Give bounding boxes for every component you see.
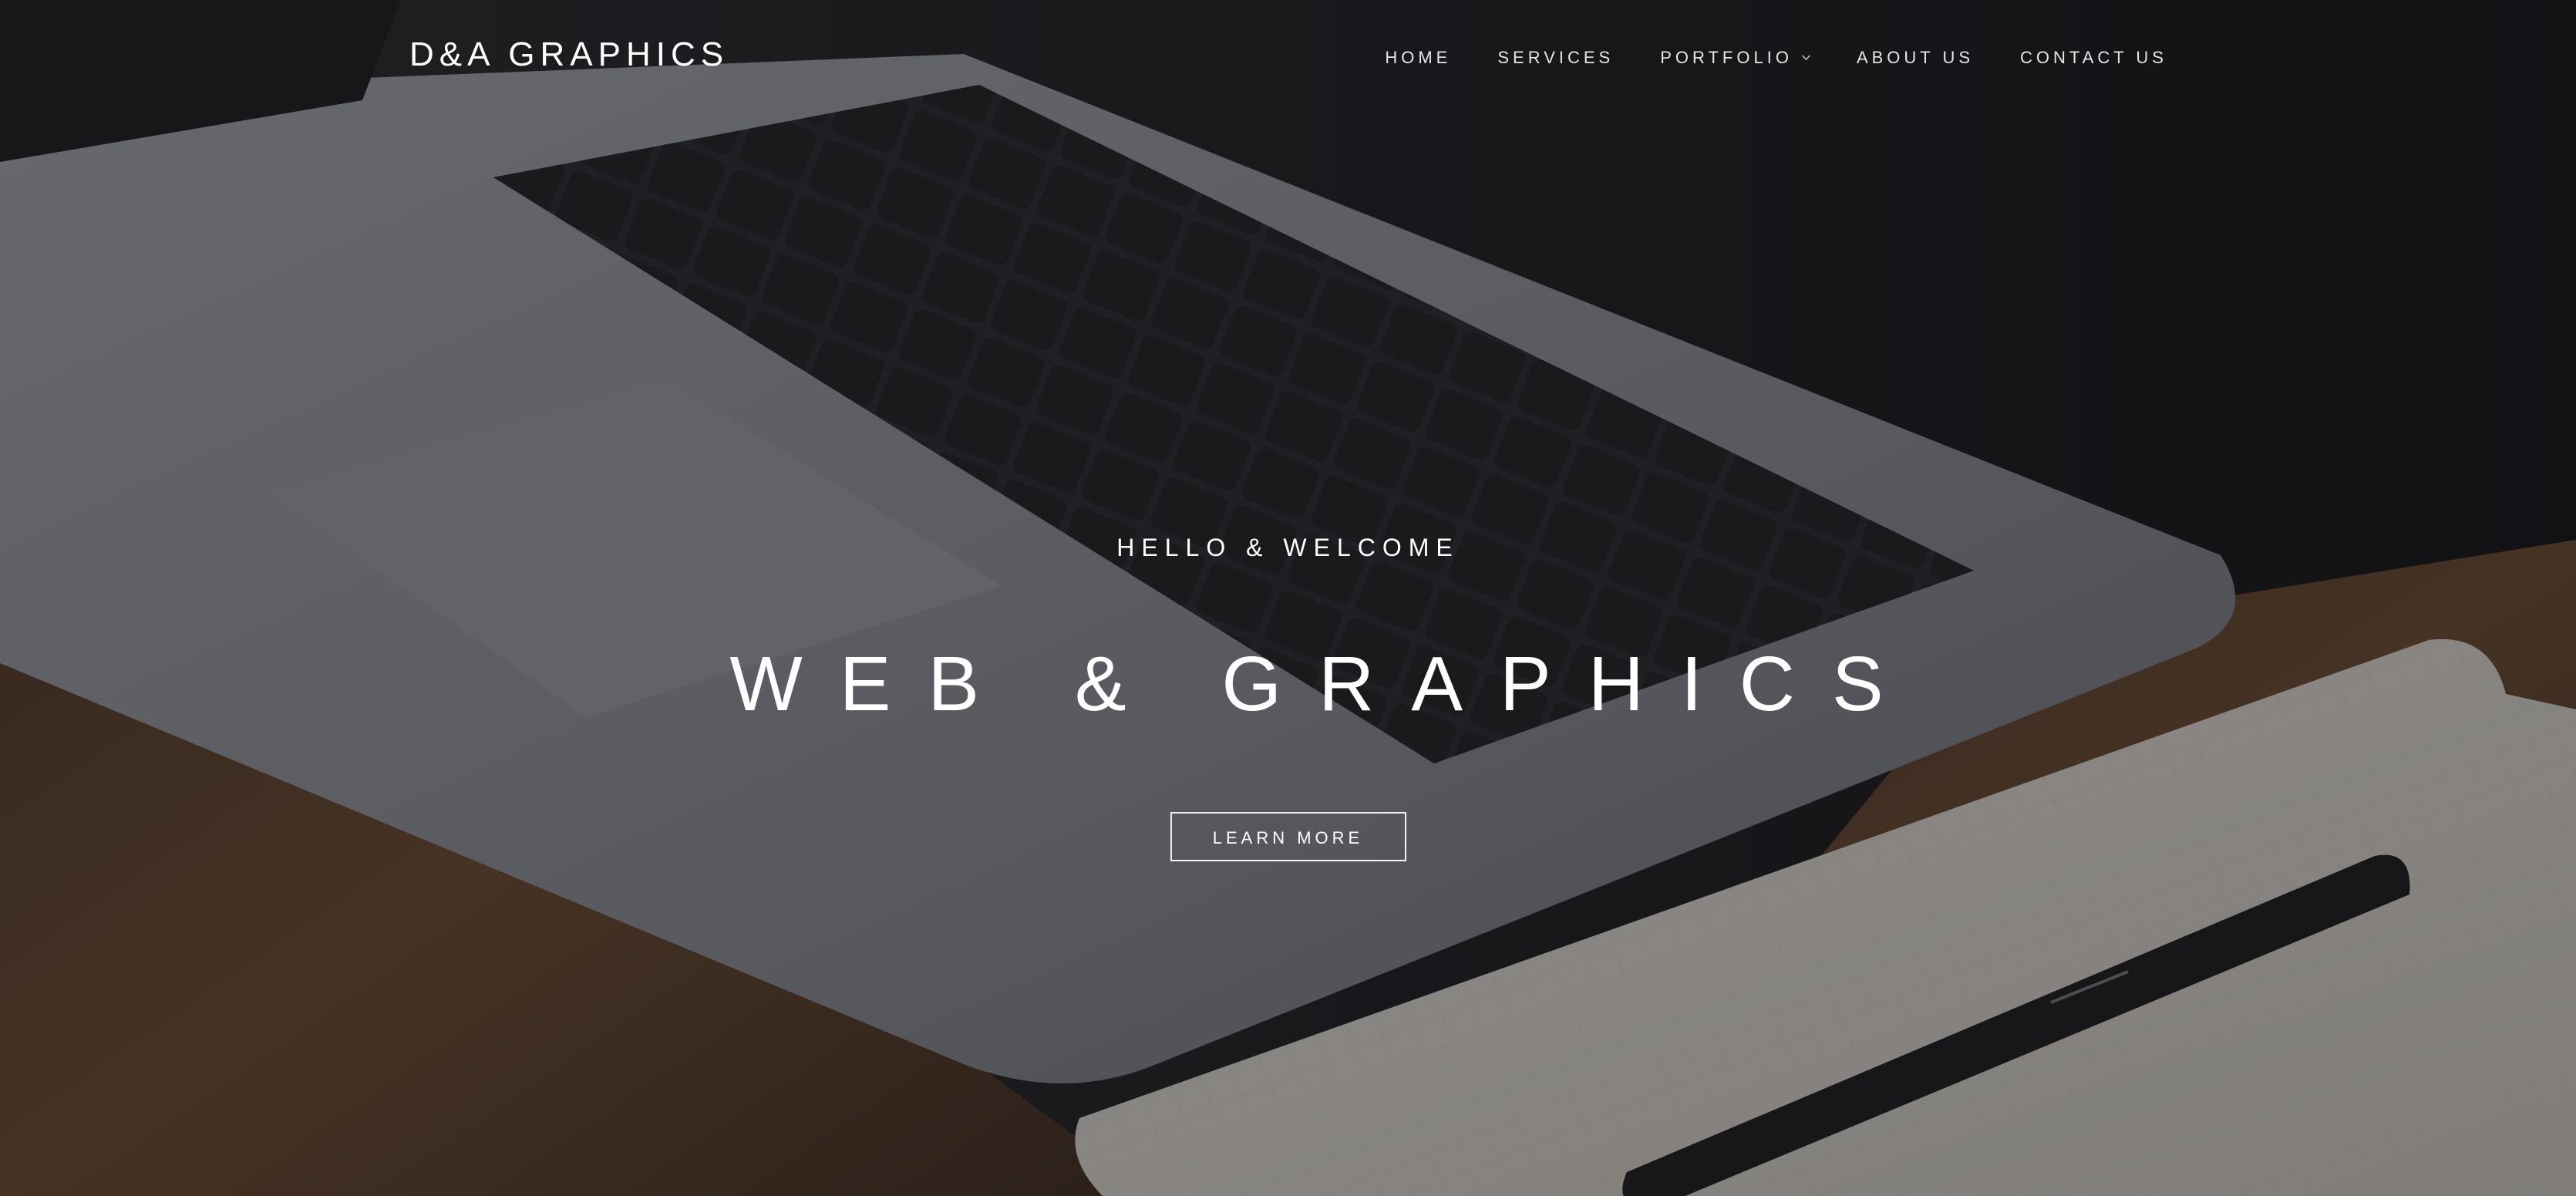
nav-item-portfolio[interactable]: PORTFOLIO <box>1660 48 1810 68</box>
hero-title: WEB & GRAPHICS <box>729 641 1921 727</box>
nav-item-about-us[interactable]: ABOUT US <box>1857 48 1974 68</box>
site-logo[interactable]: D&A GRAPHICS <box>409 35 729 74</box>
hero-overlay <box>0 0 2576 1196</box>
learn-more-button[interactable]: LEARN MORE <box>1170 812 1406 861</box>
main-nav: HOME SERVICES PORTFOLIO ABOUT US CONTACT… <box>1385 48 2167 68</box>
nav-item-contact-us[interactable]: CONTACT US <box>2020 48 2167 68</box>
nav-item-services[interactable]: SERVICES <box>1497 48 1614 68</box>
hero-cta-wrapper: LEARN MORE <box>0 812 2576 861</box>
hero-section: D&A GRAPHICS HOME SERVICES PORTFOLIO ABO… <box>0 0 2576 1196</box>
chevron-down-icon <box>1802 51 1810 60</box>
nav-item-portfolio-label: PORTFOLIO <box>1660 48 1793 67</box>
hero-eyebrow: HELLO & WELCOME <box>1116 534 1460 561</box>
nav-item-home[interactable]: HOME <box>1385 48 1451 68</box>
